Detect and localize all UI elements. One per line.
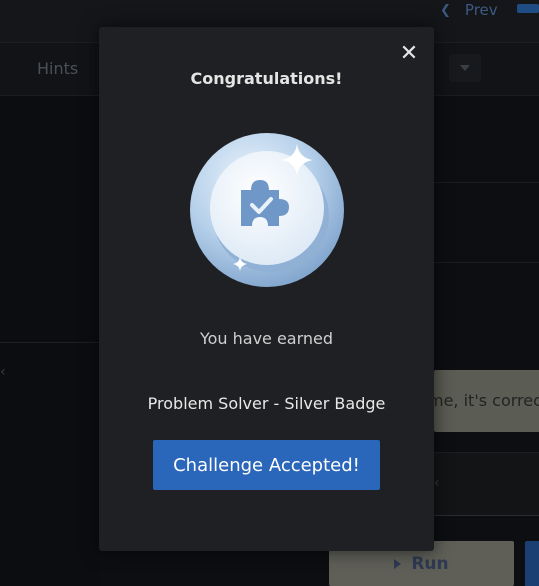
feedback-message: me, it's correc bbox=[434, 370, 539, 432]
silver-puzzle-badge-icon bbox=[190, 133, 344, 287]
chevron-left-icon[interactable]: ‹ bbox=[0, 364, 6, 380]
problem-panel bbox=[0, 96, 99, 586]
submit-button[interactable] bbox=[525, 541, 539, 586]
modal-title: Congratulations! bbox=[190, 69, 343, 88]
feedback-text: me, it's correc bbox=[434, 391, 539, 410]
chevron-left-icon[interactable]: ‹ bbox=[434, 475, 440, 491]
run-label: Run bbox=[411, 553, 449, 574]
prev-label: Prev bbox=[464, 1, 498, 19]
page: ❮ Prev Hints ‹ me, it's correc ‹ Run ✕ C… bbox=[0, 0, 539, 586]
divider bbox=[434, 262, 539, 263]
chevron-left-icon: ❮ bbox=[440, 2, 451, 18]
tab-hints[interactable]: Hints bbox=[37, 59, 78, 78]
badge-name: Problem Solver - Silver Badge bbox=[147, 394, 386, 413]
language-dropdown[interactable] bbox=[449, 54, 481, 82]
output-box: ‹ bbox=[434, 452, 539, 516]
play-icon bbox=[394, 558, 402, 569]
divider bbox=[0, 342, 99, 343]
close-icon[interactable]: ✕ bbox=[395, 39, 423, 67]
challenge-accepted-button[interactable]: Challenge Accepted! bbox=[153, 440, 380, 490]
next-button-edge[interactable] bbox=[517, 4, 539, 13]
prev-button[interactable]: ❮ Prev bbox=[432, 0, 524, 20]
earned-text: You have earned bbox=[199, 329, 334, 348]
chevron-down-icon bbox=[460, 65, 470, 71]
divider bbox=[434, 182, 539, 183]
badge-earned-modal: ✕ Congratulations! You have earned Probl… bbox=[99, 27, 434, 551]
